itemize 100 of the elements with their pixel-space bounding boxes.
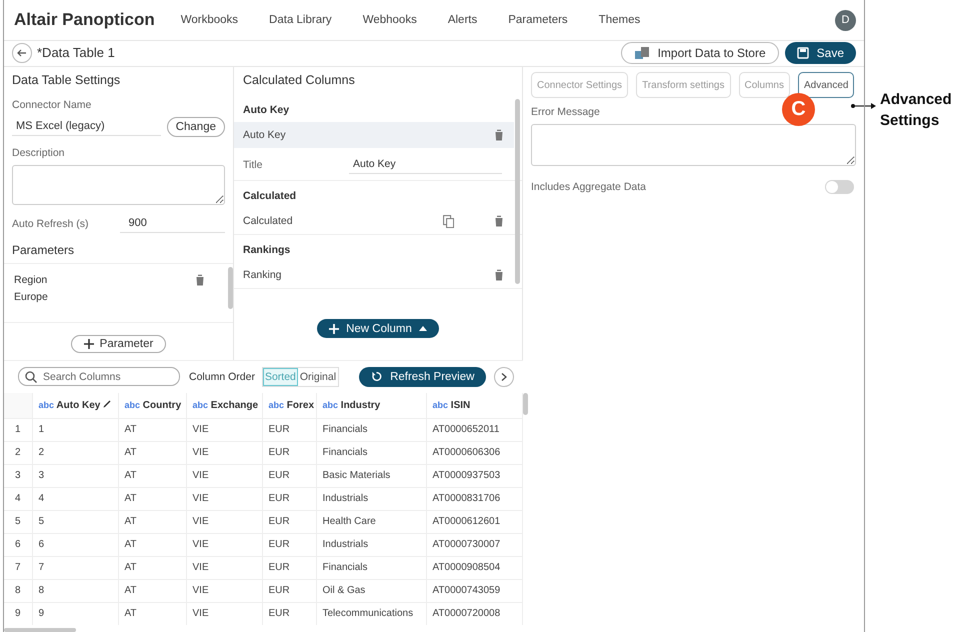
column-name: Auto Key — [243, 129, 286, 141]
nav-link[interactable]: Parameters — [508, 14, 568, 26]
table-cell: AT0000652011 — [426, 418, 522, 442]
table-cell: VIE — [186, 418, 262, 442]
refresh-icon — [371, 371, 382, 382]
row-number: 7 — [4, 556, 32, 580]
add-parameter-button[interactable]: Parameter — [70, 335, 166, 353]
table-cell: AT0000606306 — [426, 441, 522, 464]
table-cell: EUR — [262, 602, 316, 625]
table-cell: EUR — [262, 441, 316, 464]
delete-icon[interactable] — [494, 269, 504, 281]
table-cell: VIE — [186, 510, 262, 534]
table-cell: AT — [118, 556, 186, 580]
settings-tab[interactable]: Advanced — [798, 72, 854, 98]
delete-icon[interactable] — [494, 129, 504, 141]
column-item[interactable]: Calculated — [234, 208, 514, 234]
plus-icon — [329, 324, 340, 334]
scrollbar[interactable] — [523, 392, 528, 415]
table-cell: AT — [118, 441, 186, 464]
column-header[interactable]: abc Forex — [262, 392, 316, 418]
table-cell: EUR — [262, 487, 316, 510]
table-cell: Health Care — [316, 510, 426, 534]
table-cell: VIE — [186, 487, 262, 510]
field-label: Title — [243, 159, 264, 171]
table-cell: Oil & Gas — [316, 579, 426, 602]
scrollbar[interactable] — [4, 628, 76, 632]
chevron-right-icon — [501, 372, 508, 381]
column-header[interactable]: abc Industry — [316, 392, 426, 418]
group-heading: Rankings — [242, 243, 292, 258]
plus-icon — [84, 339, 94, 349]
search-field[interactable]: Search Columns — [18, 367, 180, 386]
table-cell: AT — [118, 418, 186, 442]
parameter-name: Region — [14, 274, 48, 286]
connector-field[interactable]: MS Excel (legacy) — [12, 118, 161, 136]
table-cell: EUR — [262, 418, 316, 442]
row-number: 2 — [4, 441, 32, 464]
save-button[interactable]: Save — [784, 42, 856, 64]
column-header[interactable]: abc ISIN — [426, 392, 522, 418]
edit-icon[interactable] — [103, 400, 112, 408]
nav-link[interactable]: Alerts — [448, 14, 478, 26]
error-message-field[interactable] — [531, 124, 856, 166]
title-field[interactable]: Auto Key — [349, 156, 502, 174]
back-button[interactable] — [12, 42, 32, 62]
aggregate-toggle[interactable] — [825, 180, 854, 194]
table-cell: AT0000937503 — [426, 464, 522, 488]
table-cell: AT — [118, 510, 186, 534]
panel-title: Calculated Columns — [242, 72, 356, 87]
table-cell: VIE — [186, 579, 262, 602]
table-cell: EUR — [262, 464, 316, 488]
scrollbar[interactable] — [515, 99, 520, 284]
table-cell: EUR — [262, 533, 316, 556]
table-cell: AT — [118, 464, 186, 488]
table-cell: Industrials — [316, 487, 426, 510]
column-item[interactable]: Ranking — [234, 262, 514, 288]
section-title: Parameters — [12, 243, 76, 257]
table-cell: VIE — [186, 556, 262, 580]
callout-label: Advanced Settings — [880, 90, 953, 131]
search-icon — [25, 371, 37, 384]
group-heading: Auto Key — [242, 103, 290, 118]
table-cell: AT0000612601 — [426, 510, 522, 534]
table-cell: 4 — [32, 487, 118, 510]
column-name: Ranking — [243, 269, 282, 281]
nav-link[interactable]: Workbooks — [180, 14, 238, 26]
column-header[interactable]: abc Auto Key — [32, 392, 118, 418]
delete-icon[interactable] — [494, 215, 504, 227]
new-column-button[interactable]: New Column — [317, 319, 439, 338]
table-cell: Industrials — [316, 533, 426, 556]
column-header[interactable]: abc Country — [118, 392, 186, 418]
panel-title: Data Table Settings — [12, 73, 122, 87]
scrollbar[interactable] — [228, 267, 233, 309]
table-cell: Telecommunications — [316, 602, 426, 625]
table-cell: EUR — [262, 579, 316, 602]
delete-icon[interactable] — [195, 274, 205, 286]
nav-link[interactable]: Data Library — [269, 14, 332, 26]
table-cell: 5 — [32, 510, 118, 534]
table-cell: AT — [118, 487, 186, 510]
column-header[interactable]: abc Exchange — [186, 392, 262, 418]
nav-link[interactable]: Webhooks — [362, 14, 417, 26]
user-avatar[interactable]: D — [835, 10, 856, 30]
column-order-label: Column Order — [189, 370, 255, 383]
row-number: 9 — [4, 602, 32, 625]
nav-link[interactable]: Themes — [598, 14, 640, 26]
table-cell: VIE — [186, 533, 262, 556]
field-label: Description — [12, 147, 65, 159]
column-item[interactable]: Auto Key — [234, 122, 514, 148]
copy-icon[interactable] — [443, 214, 454, 228]
auto-refresh-field[interactable]: 900 — [120, 215, 225, 233]
table-cell: EUR — [262, 556, 316, 580]
table-cell: AT0000743059 — [426, 579, 522, 602]
table-cell: 3 — [32, 464, 118, 488]
change-button[interactable]: Change — [166, 117, 225, 137]
table-cell: Financials — [316, 418, 426, 442]
refresh-preview-button[interactable]: Refresh Preview — [359, 366, 486, 387]
import-button[interactable]: Import Data to Store — [620, 42, 779, 64]
table-cell: 9 — [32, 602, 118, 625]
row-number: 3 — [4, 464, 32, 488]
description-field[interactable] — [12, 165, 225, 205]
callout-badge: C — [782, 93, 815, 126]
next-button[interactable] — [494, 366, 514, 387]
table-cell: AT0000730007 — [426, 533, 522, 556]
